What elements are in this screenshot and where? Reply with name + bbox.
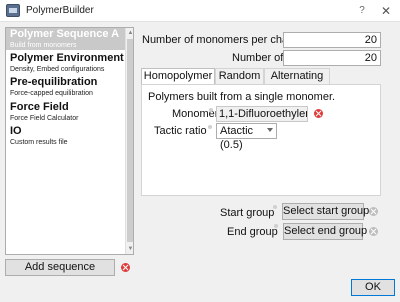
clear-monomer-icon[interactable]	[314, 109, 323, 118]
tactic-ratio-label: Tactic ratio	[154, 125, 207, 137]
sequence-item-pre-equilibration[interactable]: Pre-equilibration Force-capped equilibra…	[6, 76, 125, 98]
scrollbar-thumb[interactable]	[127, 39, 133, 242]
monomers-per-chain-label: Number of monomers per chain	[142, 34, 297, 46]
sequence-item-polymer-sequence-a[interactable]: Polymer Sequence A Build from monomers	[6, 28, 125, 50]
tactic-ratio-value: Atactic (0.5)	[220, 125, 254, 151]
homopolymer-panel: Polymers built from a single monomer. Mo…	[141, 84, 381, 196]
sequence-item-title: Pre-equilibration	[10, 76, 98, 88]
start-group-info-icon	[273, 205, 277, 209]
scroll-down-icon[interactable]: ▼	[126, 244, 133, 254]
add-sequence-button[interactable]: Add sequence	[5, 259, 115, 276]
title-bar: PolymerBuilder ? ✕	[0, 0, 400, 22]
select-end-group-button[interactable]: Select end group	[283, 223, 367, 240]
tactic-ratio-select[interactable]: Atactic (0.5)	[216, 123, 277, 151]
window-title: PolymerBuilder	[26, 5, 94, 16]
sequence-item-subtitle: Force-capped equilibration	[10, 90, 93, 97]
sequence-item-title: Force Field	[10, 101, 69, 113]
tactic-ratio-info-icon	[208, 125, 212, 129]
clear-start-group-icon[interactable]	[369, 207, 378, 216]
select-start-group-button[interactable]: Select start group	[282, 203, 369, 220]
end-group-info-icon	[274, 224, 278, 228]
help-button[interactable]: ?	[355, 3, 369, 19]
monomer-field[interactable]: 1,1-Difluoroethylene	[216, 106, 308, 122]
start-group-label: Start group	[220, 207, 275, 219]
homopolymer-description: Polymers built from a single monomer.	[148, 91, 336, 103]
sequence-item-subtitle: Density, Embed configurations	[10, 66, 105, 73]
sequence-list-scrollbar[interactable]: ▲ ▼	[125, 28, 133, 254]
sequence-item-title: Polymer Sequence A	[10, 28, 120, 40]
number-of-chains-input[interactable]: 20	[283, 50, 381, 66]
sequence-item-subtitle: Custom results file	[10, 139, 68, 146]
sequence-item-subtitle: Force Field Calculator	[10, 115, 79, 122]
sequence-list[interactable]: Polymer Sequence A Build from monomers P…	[5, 27, 134, 255]
clear-end-group-icon[interactable]	[369, 227, 378, 236]
sequence-item-title: Polymer Environment	[10, 52, 124, 64]
tab-homopolymer[interactable]: Homopolymer	[141, 68, 215, 85]
monomer-info-icon	[209, 108, 213, 112]
sequence-item-polymer-environment[interactable]: Polymer Environment Density, Embed confi…	[6, 52, 125, 74]
app-icon	[6, 4, 20, 17]
remove-sequence-icon[interactable]	[121, 263, 130, 272]
scroll-up-icon[interactable]: ▲	[126, 28, 133, 38]
close-button[interactable]: ✕	[378, 3, 394, 19]
sequence-item-io[interactable]: IO Custom results file	[6, 125, 125, 147]
tab-alternating[interactable]: Alternating	[264, 68, 330, 84]
ok-button[interactable]: OK	[351, 279, 395, 296]
chevron-down-icon	[267, 128, 273, 132]
sequence-item-force-field[interactable]: Force Field Force Field Calculator	[6, 101, 125, 123]
sequence-item-subtitle: Build from monomers	[10, 42, 77, 49]
sequence-item-title: IO	[10, 125, 22, 137]
end-group-label: End group	[227, 226, 278, 238]
monomers-per-chain-input[interactable]: 20	[283, 32, 381, 48]
tab-random[interactable]: Random	[215, 68, 264, 84]
